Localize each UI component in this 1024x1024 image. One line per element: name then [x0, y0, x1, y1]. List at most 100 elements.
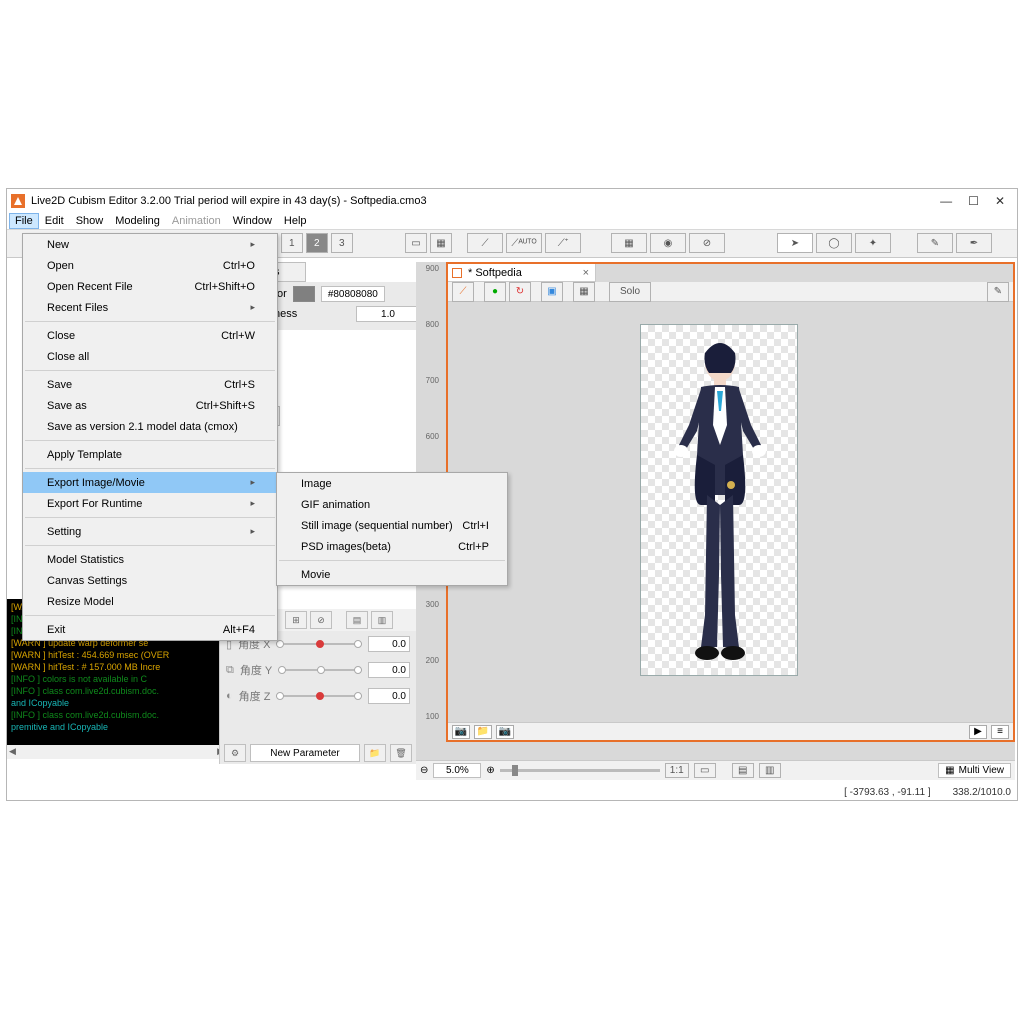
minimize-button[interactable]: —	[940, 194, 952, 208]
camera-refresh-icon[interactable]: 📷	[496, 725, 514, 739]
menu-model-stats[interactable]: Model Statistics	[23, 549, 277, 570]
menu-open[interactable]: OpenCtrl+O	[23, 255, 277, 276]
level-1-button[interactable]: 1	[281, 233, 303, 253]
tool-brush-icon[interactable]: ✦	[855, 233, 891, 253]
multi-view-button[interactable]: ▦Multi View	[938, 763, 1011, 778]
param-folder-icon[interactable]: 📁	[364, 744, 386, 762]
menu-help[interactable]: Help	[278, 213, 313, 229]
menu-open-recent-file[interactable]: Open Recent FileCtrl+Shift+O	[23, 276, 277, 297]
doc-icon	[452, 268, 462, 278]
menu-save[interactable]: SaveCtrl+S	[23, 374, 277, 395]
menu-modeling[interactable]: Modeling	[109, 213, 166, 229]
menu-recent-files[interactable]: Recent Files	[23, 297, 277, 318]
tab-close-icon[interactable]: ×	[583, 267, 589, 279]
tool-rect-icon[interactable]: ▭	[405, 233, 427, 253]
tool-grid-icon[interactable]: ▦	[430, 233, 452, 253]
menu-close-all[interactable]: Close all	[23, 346, 277, 367]
document-tab[interactable]: * Softpedia ×	[448, 264, 596, 282]
submenu-psd[interactable]: PSD images(beta)Ctrl+P	[277, 536, 507, 557]
menu-file[interactable]: File	[9, 213, 39, 229]
fit-icon[interactable]: ▭	[694, 763, 716, 778]
param-settings-icon[interactable]: ⚙	[224, 744, 246, 762]
menu-save-as[interactable]: Save asCtrl+Shift+S	[23, 395, 277, 416]
param-tool-icon[interactable]: ⊘	[310, 611, 332, 629]
doc-tool-icon[interactable]: ⟋	[452, 282, 474, 302]
submenu-still[interactable]: Still image (sequential number)Ctrl+I	[277, 515, 507, 536]
menu-edit[interactable]: Edit	[39, 213, 70, 229]
solo-button[interactable]: Solo	[609, 282, 651, 302]
color-value[interactable]: #80808080	[321, 286, 385, 302]
log-hscroll[interactable]: ◀▶	[7, 745, 226, 759]
menu-canvas-settings[interactable]: Canvas Settings	[23, 570, 277, 591]
tool-mesh2-icon[interactable]: ▦	[611, 233, 647, 253]
param-tool-icon[interactable]: ▥	[371, 611, 393, 629]
doc-pin-icon[interactable]: ✎	[987, 282, 1009, 302]
zoom-slider[interactable]	[500, 769, 660, 772]
maximize-button[interactable]: ☐	[968, 194, 979, 208]
folder-icon[interactable]: 📁	[474, 725, 492, 739]
view-icon[interactable]: ▤	[732, 763, 754, 778]
param-tool-icon[interactable]: ▤	[346, 611, 368, 629]
menu-window[interactable]: Window	[227, 213, 278, 229]
doc-tool-icon[interactable]: ▣	[541, 282, 563, 302]
param-y-value[interactable]: 0.0	[368, 662, 410, 678]
menu-show[interactable]: Show	[70, 213, 110, 229]
tool-path-icon[interactable]: ⟋	[467, 233, 503, 253]
canvas[interactable]	[448, 304, 1013, 722]
doc-tool-icon[interactable]: ●	[484, 282, 506, 302]
param-z-label: 角度 Z	[239, 688, 271, 704]
menu-export-image-movie[interactable]: Export Image/Movie	[23, 472, 277, 493]
thickness-value[interactable]: 1.0	[356, 306, 420, 322]
doc-tool-icon[interactable]: ↻	[509, 282, 531, 302]
app-icon	[11, 194, 25, 208]
menu-export-runtime[interactable]: Export For Runtime	[23, 493, 277, 514]
new-parameter-button[interactable]: New Parameter	[250, 744, 360, 762]
submenu-movie[interactable]: Movie	[277, 564, 507, 585]
tool-glue-icon[interactable]: ✎	[917, 233, 953, 253]
tool-auto-icon[interactable]: ⟋ᴬᵁᵀᴼ	[506, 233, 542, 253]
submenu-image[interactable]: Image	[277, 473, 507, 494]
doc-tool-icon[interactable]: ▦	[573, 282, 595, 302]
camera-icon[interactable]: 📷	[452, 725, 470, 739]
menu-save-v21[interactable]: Save as version 2.1 model data (cmox)	[23, 416, 277, 437]
level-2-button[interactable]: 2	[306, 233, 328, 253]
log-line: premitive and ICopyable	[11, 721, 234, 733]
tool-pen-icon[interactable]: ✒	[956, 233, 992, 253]
document-toolbar: ⟋ ● ↻ ▣ ▦ Solo ✎	[448, 282, 1013, 302]
zoom-value[interactable]: 5.0%	[433, 763, 481, 778]
param-x-value[interactable]: 0.0	[368, 636, 410, 652]
tool-arrow-icon[interactable]: ➤	[777, 233, 813, 253]
play-icon[interactable]: ▶	[969, 725, 987, 739]
menu-apply-template[interactable]: Apply Template	[23, 444, 277, 465]
menu-close[interactable]: CloseCtrl+W	[23, 325, 277, 346]
character-model	[671, 335, 769, 667]
tool-rotate-icon[interactable]: ◉	[650, 233, 686, 253]
close-button[interactable]: ✕	[995, 194, 1005, 208]
zoom-in-icon[interactable]: ⊕	[486, 765, 494, 776]
param-trash-icon[interactable]: 🗑	[390, 744, 412, 762]
submenu-gif[interactable]: GIF animation	[277, 494, 507, 515]
tool-mesh-icon[interactable]: ⟋⁺	[545, 233, 581, 253]
param-y-slider[interactable]	[278, 664, 362, 676]
zoom-out-icon[interactable]: ⊖	[420, 765, 428, 776]
level-3-button[interactable]: 3	[331, 233, 353, 253]
menu-animation[interactable]: Animation	[166, 213, 227, 229]
log-line: [INFO ] colors is not available in C	[11, 673, 234, 685]
window-title: Live2D Cubism Editor 3.2.00 Trial period…	[31, 195, 427, 207]
view-icon[interactable]: ▥	[759, 763, 781, 778]
tool-lasso-icon[interactable]: ◯	[816, 233, 852, 253]
canvas-footer: 📷 📁 📷 ▶ ≡	[448, 722, 1013, 740]
param-z-slider[interactable]	[276, 690, 362, 702]
menu-new[interactable]: New	[23, 234, 277, 255]
ratio-button[interactable]: 1:1	[665, 763, 689, 778]
menu-exit[interactable]: ExitAlt+F4	[23, 619, 277, 640]
menu-setting[interactable]: Setting	[23, 521, 277, 542]
tool-bone-icon[interactable]: ⊘	[689, 233, 725, 253]
color-swatch[interactable]	[293, 286, 315, 302]
list-icon[interactable]: ≡	[991, 725, 1009, 739]
param-x-slider[interactable]	[276, 638, 362, 650]
param-tool-icon[interactable]: ⊞	[285, 611, 307, 629]
param-z-value[interactable]: 0.0	[368, 688, 410, 704]
cursor-position: [ -3793.63 , -91.11 ]	[844, 787, 931, 798]
menu-resize-model[interactable]: Resize Model	[23, 591, 277, 612]
